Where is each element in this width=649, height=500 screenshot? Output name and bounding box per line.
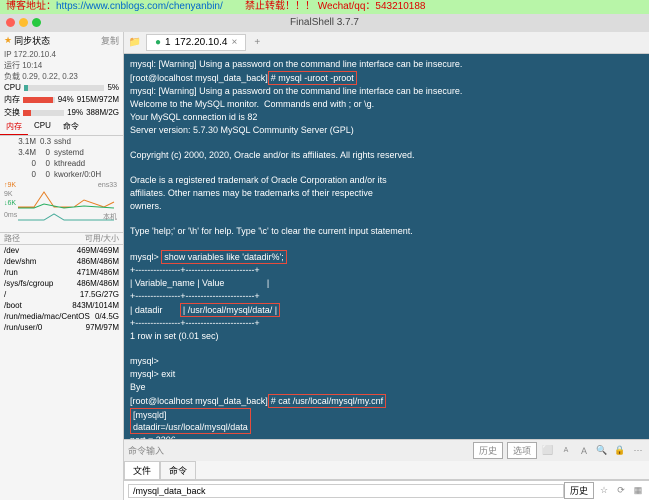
- tab-cpu[interactable]: CPU: [28, 119, 57, 135]
- command-input-bar: 命令输入 历史 选项 ⬜ A A 🔍 🔒 ⋯: [124, 439, 649, 461]
- more-icon[interactable]: ⋯: [631, 444, 645, 458]
- uptime-label: 运行 10:14: [0, 60, 123, 71]
- load-values: 0.29, 0.22, 0.23: [22, 72, 78, 81]
- options-button[interactable]: 选项: [507, 442, 537, 459]
- expand-icon[interactable]: ⬜: [541, 444, 555, 458]
- font-plus-icon[interactable]: A: [577, 444, 591, 458]
- cpu-pct: 5%: [107, 83, 119, 92]
- copy-action[interactable]: 复制: [101, 34, 119, 47]
- disk-row[interactable]: /run471M/486M: [0, 267, 123, 278]
- banner-no-repost: 禁止转载！！！: [245, 1, 315, 12]
- sidebar: ★ 同步状态 复制 IP 172.20.10.4 运行 10:14 负载 0.2…: [0, 32, 124, 500]
- tab-status-icon: ●: [155, 37, 161, 48]
- history-button[interactable]: 历史: [473, 442, 503, 459]
- disk-row[interactable]: /dev/shm486M/486M: [0, 256, 123, 267]
- close-window-icon[interactable]: [6, 18, 15, 27]
- sync-star-icon: ★: [4, 35, 12, 46]
- network-chart: ↑9K 9K ↓6K ens33: [4, 182, 119, 210]
- mem-val: 915M/972M: [77, 95, 119, 104]
- search-icon[interactable]: 🔍: [595, 444, 609, 458]
- process-row[interactable]: 3.4M0systemd: [0, 147, 123, 158]
- blog-url[interactable]: https://www.cnblogs.com/chenyanbin/: [56, 1, 223, 12]
- hl-show-variables: show variables like 'datadir%';: [161, 250, 287, 264]
- swap-pct: 19%: [67, 108, 83, 117]
- swap-val: 388M/2G: [86, 108, 119, 117]
- blog-banner: 博客地址：https://www.cnblogs.com/chenyanbin/…: [0, 0, 649, 14]
- tab-number: 1: [165, 37, 171, 48]
- cmd-tab[interactable]: 命令: [160, 461, 196, 479]
- disk-row[interactable]: /sys/fs/cgroup486M/486M: [0, 278, 123, 289]
- hl-mysqld-section: [mysqld] datadir=/usr/local/mysql/data: [130, 408, 251, 434]
- font-minus-icon[interactable]: A: [559, 444, 573, 458]
- hl-cat-cnf: # cat /usr/local/mysql/my.cnf: [268, 394, 386, 408]
- process-row[interactable]: 00kthreadd: [0, 158, 123, 169]
- refresh-icon[interactable]: ⟳: [614, 484, 628, 498]
- folder-icon[interactable]: 📁: [128, 36, 142, 50]
- process-row[interactable]: 00kworker/0:0H: [0, 169, 123, 180]
- banner-label: 博客地址：: [6, 1, 56, 12]
- tab-memory[interactable]: 内存: [0, 119, 28, 135]
- file-tab[interactable]: 文件: [124, 461, 160, 479]
- connection-tabbar: 📁 ● 1 172.20.10.4 × +: [124, 32, 649, 54]
- close-tab-icon[interactable]: ×: [231, 37, 237, 48]
- banner-contact: Wechat/qq：543210188: [318, 1, 426, 12]
- swap-label: 交换: [4, 107, 20, 118]
- load-label: 负载: [4, 72, 20, 81]
- minimize-window-icon[interactable]: [19, 18, 28, 27]
- file-path-bar: 历史 ☆ ⟳ ▦: [124, 480, 649, 500]
- sync-status-label: 同步状态: [14, 34, 50, 47]
- tab-host: 172.20.10.4: [175, 37, 228, 48]
- tab-cmd[interactable]: 命令: [57, 119, 85, 135]
- window-titlebar: FinalShell 3.7.7: [0, 14, 649, 32]
- terminal[interactable]: mysql: [Warning] Using a password on the…: [124, 54, 649, 439]
- file-tabs: 文件 命令: [124, 461, 649, 480]
- disk-row[interactable]: /dev469M/469M: [0, 245, 123, 256]
- mem-label: 内存: [4, 94, 20, 105]
- maximize-window-icon[interactable]: [32, 18, 41, 27]
- disk-row[interactable]: /run/media/mac/CentOS0/4.5G: [0, 311, 123, 322]
- connection-tab[interactable]: ● 1 172.20.10.4 ×: [146, 34, 246, 51]
- window-title: FinalShell 3.7.7: [290, 17, 359, 28]
- ip-label: IP 172.20.10.4: [0, 49, 123, 60]
- disk-row[interactable]: /run/user/097M/97M: [0, 322, 123, 333]
- input-placeholder[interactable]: 命令输入: [128, 444, 473, 457]
- disk-row[interactable]: /17.5G/27G: [0, 289, 123, 300]
- disk-hdr-size: 可用/大小: [85, 233, 119, 244]
- process-row[interactable]: 3.1M0.3sshd: [0, 136, 123, 147]
- lock-icon[interactable]: 🔒: [613, 444, 627, 458]
- cpu-label: CPU: [4, 83, 21, 92]
- view-icon[interactable]: ▦: [631, 484, 645, 498]
- disk-hdr-path: 路径: [4, 233, 20, 244]
- path-history-button[interactable]: 历史: [564, 482, 594, 499]
- bookmark-icon[interactable]: ☆: [597, 484, 611, 498]
- latency-chart: 0ms 本机: [4, 212, 119, 230]
- hl-mysql-login: # mysql -uroot -proot: [268, 71, 357, 85]
- disk-row[interactable]: /boot843M/1014M: [0, 300, 123, 311]
- mem-pct: 94%: [58, 95, 74, 104]
- add-tab-icon[interactable]: +: [250, 36, 264, 50]
- hl-datadir-value: | /usr/local/mysql/data/ |: [180, 303, 280, 317]
- path-input[interactable]: [128, 484, 564, 498]
- window-controls: [6, 18, 41, 27]
